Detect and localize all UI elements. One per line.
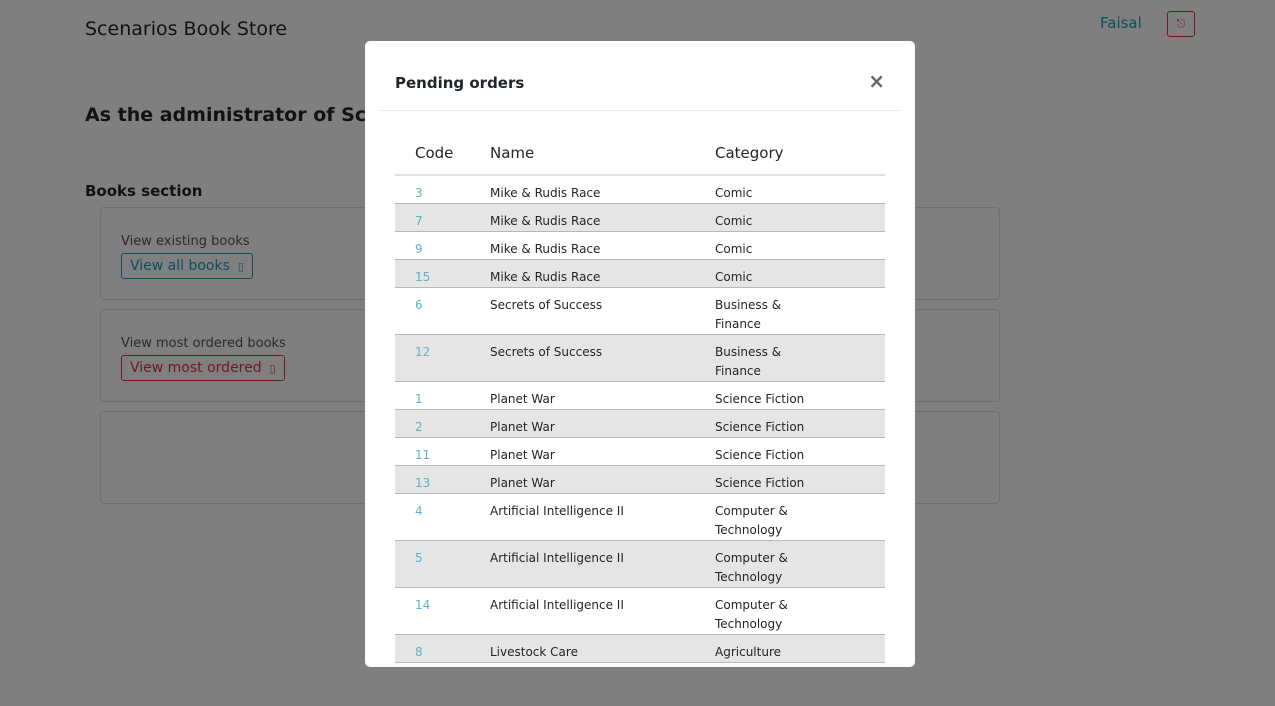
pending-orders-modal: Pending orders × Code Name Category 3 Mik… [365,41,915,667]
order-code-link[interactable]: 15 [415,270,430,284]
order-code-cell: 11 [395,437,490,466]
order-code-cell: 10 [395,662,490,667]
category-cell: Science Fiction [715,409,885,438]
pending-orders-table: Code Name Category 3 Mike & Rudis Race Com… [395,131,885,667]
book-name-cell: Planet War [490,437,715,466]
category-label: Science Fiction [715,392,805,406]
table-header-row: Code Name Category [395,131,885,176]
book-name-cell: Mike & Rudis Race [490,203,715,232]
order-code-cell: 8 [395,634,490,663]
column-header-code: Code [395,131,490,176]
table-row: 15 Mike & Rudis Race Comic [395,259,885,288]
order-code-link[interactable]: 2 [415,420,423,434]
category-cell: Comic [715,259,885,288]
modal-header: Pending orders × [380,41,900,111]
category-cell: Science Fiction [715,381,885,410]
order-code-link[interactable]: 13 [415,476,430,490]
book-name-cell: Mike & Rudis Race [490,259,715,288]
category-cell: Science Fiction [715,437,885,466]
category-cell: Comic [715,203,885,232]
category-cell: Computer & Technology [715,540,885,588]
table-row: 13 Planet War Science Fiction [395,465,885,494]
table-row: 1 Planet War Science Fiction [395,381,885,410]
order-code-link[interactable]: 11 [415,448,430,462]
table-row: 3 Mike & Rudis Race Comic [395,175,885,204]
table-row: 8 Livestock Care Agriculture [395,634,885,663]
order-code-link[interactable]: 3 [415,186,423,200]
order-code-link[interactable]: 5 [415,551,423,565]
order-code-cell: 13 [395,465,490,494]
order-code-link[interactable]: 4 [415,504,423,518]
order-code-cell: 14 [395,587,490,635]
modal-title: Pending orders [395,74,525,92]
close-icon[interactable]: × [868,71,885,91]
order-code-cell: 1 [395,381,490,410]
category-cell: Agriculture [715,634,885,663]
category-label: Computer & Technology [715,598,788,631]
table-row: 7 Mike & Rudis Race Comic [395,203,885,232]
order-code-link[interactable]: 7 [415,214,423,228]
category-cell: Science Fiction [715,465,885,494]
book-name-cell: Secrets of Success [490,334,715,382]
order-code-link[interactable]: 1 [415,392,423,406]
order-code-link[interactable]: 9 [415,242,423,256]
table-row: 11 Planet War Science Fiction [395,437,885,466]
category-label: Computer & Technology [715,551,788,584]
category-label: Comic [715,242,753,256]
order-code-cell: 6 [395,287,490,335]
book-name-cell: Mike & Rudis Race [490,186,601,200]
book-name-cell: Artificial Intelligence II [490,493,715,541]
table-row: 5 Artificial Intelligence II Computer & Te… [395,540,885,588]
category-label: Science Fiction [715,476,805,490]
column-header-name: Name [490,131,715,176]
order-code-cell: 7 [395,203,490,232]
category-cell: Computer & Technology [715,587,885,635]
book-name-cell: Livestock Care [490,634,715,663]
table-row: 4 Artificial Intelligence II Computer & Te… [395,493,885,541]
category-label: Comic [715,186,753,200]
orders-table-body: 3 Mike & Rudis Race Comic 7 Mike & Rudis Rac… [395,175,885,667]
order-code-link[interactable]: 12 [415,345,430,359]
order-code-cell: 3 [395,175,490,204]
category-label: Agriculture [715,645,781,659]
book-name-cell: Artificial Intelligence II [490,540,715,588]
category-label: Business & Finance [715,345,782,378]
table-row: 14 Artificial Intelligence II Computer & T… [395,587,885,635]
order-code-cell: 2 [395,409,490,438]
book-name-cell: Planet War [490,381,715,410]
order-code-cell: 12 [395,334,490,382]
book-name-cell: Secrets of Success [490,287,715,335]
category-label: Computer & Technology [715,504,788,537]
category-label: Comic [715,214,753,228]
category-label: Comic [715,270,753,284]
category-cell: Comic [715,175,885,204]
order-code-cell: 4 [395,493,490,541]
category-cell: Comic [715,231,885,260]
book-name-cell: Planet War [490,465,715,494]
order-code-cell: 15 [395,259,490,288]
category-label: Business & Finance [715,298,782,331]
table-row: 6 Secrets of Success Business & Finance [395,287,885,335]
category-cell: Business & Finance [715,287,885,335]
order-code-cell: 5 [395,540,490,588]
category-label: Science Fiction [715,420,805,434]
book-name-cell: Planet War [490,409,715,438]
order-code-link[interactable]: 14 [415,598,430,612]
category-cell: Business & Finance [715,334,885,382]
table-row: 9 Mike & Rudis Race Comic [395,231,885,260]
table-row: 10Livestock CareAgriculture [395,662,885,667]
order-code-link[interactable]: 6 [415,298,423,312]
book-name-cell: Livestock Care [490,662,715,667]
table-row: 12 Secrets of Success Business & Finance [395,334,885,382]
table-row: 2 Planet War Science Fiction [395,409,885,438]
category-cell: Agriculture [715,662,885,667]
category-label: Science Fiction [715,448,805,462]
category-cell: Computer & Technology [715,493,885,541]
book-name-cell: Artificial Intelligence II [490,587,715,635]
order-code-cell: 9 [395,231,490,260]
book-name-cell: Mike & Rudis Race [490,231,715,260]
order-code-link[interactable]: 8 [415,645,423,659]
column-header-category: Category [715,131,885,176]
